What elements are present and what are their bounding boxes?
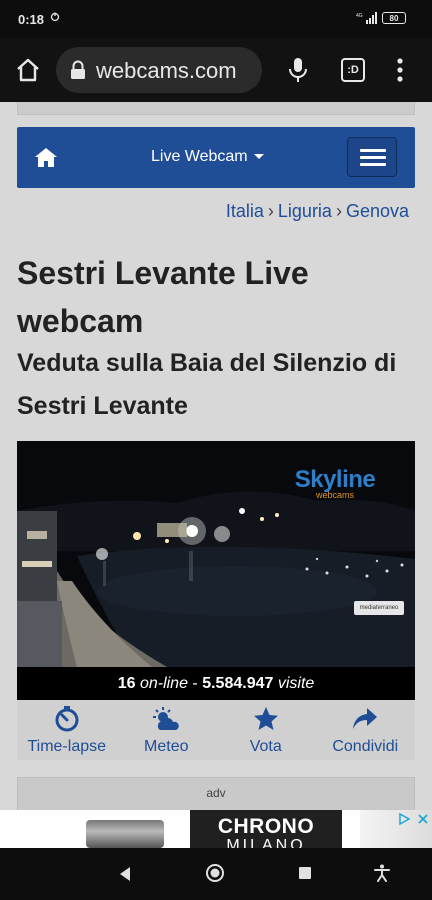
- breadcrumb-italia[interactable]: Italia: [226, 201, 264, 221]
- chevron-right-icon: ›: [267, 201, 274, 221]
- skyline-logo: Skyline webcams: [290, 466, 380, 501]
- visits-count: 5.584.947: [202, 675, 274, 692]
- ad-brand-line1: CHRONO: [217, 815, 315, 838]
- network-type: 4G: [356, 13, 363, 19]
- browser-home-icon[interactable]: [14, 56, 42, 84]
- top-ad-strip: [17, 102, 415, 115]
- hamburger-menu-button[interactable]: [347, 137, 397, 177]
- breadcrumb: Italia › Liguria › Genova: [226, 201, 409, 222]
- weather-icon: [153, 707, 180, 730]
- live-webcam-dropdown[interactable]: Live Webcam: [151, 148, 264, 166]
- star-icon: [253, 707, 278, 730]
- web-page: Live Webcam Italia › Liguria › Genova Sestri…: [0, 102, 432, 810]
- skyline-logo-text: Skyline: [294, 466, 376, 493]
- online-count: 16: [117, 675, 136, 692]
- signal-icon: 4G: [356, 12, 377, 24]
- site-navbar: Live Webcam: [17, 127, 415, 188]
- breadcrumb-genova[interactable]: Genova: [346, 201, 409, 221]
- address-bar[interactable]: webcams.com: [56, 47, 262, 93]
- adv-label: adv: [206, 786, 226, 800]
- meteo-label: Meteo: [144, 738, 189, 755]
- hamburger-line: [360, 149, 386, 152]
- visits-label: visite: [277, 675, 315, 692]
- hamburger-line: [360, 163, 386, 166]
- action-bar: Time-lapse Meteo Vota Condividi: [17, 700, 415, 760]
- site-home-icon[interactable]: [34, 146, 58, 168]
- ad-brand-line2: MILANO: [226, 837, 306, 848]
- back-icon[interactable]: [118, 866, 132, 882]
- vota-label: Vota: [249, 738, 282, 755]
- condividi-label: Condividi: [332, 738, 399, 755]
- stats-separator: -: [192, 675, 198, 692]
- microphone-icon[interactable]: [286, 56, 310, 84]
- timer-icon: [55, 706, 79, 732]
- close-icon[interactable]: [416, 812, 430, 826]
- time-lapse-button[interactable]: Time-lapse: [17, 700, 117, 760]
- status-bar: 0:18 4G 80: [0, 0, 432, 38]
- url-text: webcams.com: [96, 58, 237, 83]
- adv-placeholder: adv: [17, 777, 415, 810]
- stats-bar: 16 on-line - 5.584.947 visite: [17, 667, 415, 700]
- system-navigation-bar: [0, 848, 432, 900]
- page-title: Sestri Levante Live webcam: [17, 255, 309, 339]
- live-webcam-label: Live Webcam: [151, 148, 248, 165]
- condividi-button[interactable]: Condividi: [316, 700, 416, 760]
- partner-logo: mediaterraneo: [354, 601, 404, 615]
- page-subtitle: Veduta sulla Baia del Silenzio di Sestri…: [17, 349, 397, 420]
- home-circle-icon[interactable]: [205, 863, 225, 883]
- hamburger-line: [360, 156, 386, 159]
- ad-banner[interactable]: CHRONO MILANO: [0, 810, 432, 848]
- breadcrumb-liguria[interactable]: Liguria: [278, 201, 332, 221]
- chevron-right-icon: ›: [335, 201, 342, 221]
- status-time: 0:18: [18, 12, 45, 27]
- time-lapse-label: Time-lapse: [27, 738, 107, 755]
- status-indicators: 4G 80: [356, 12, 406, 24]
- accessibility-icon[interactable]: [374, 864, 390, 882]
- more-options-icon[interactable]: [392, 56, 408, 84]
- watch-image: [86, 820, 164, 848]
- lock-icon: [71, 60, 85, 79]
- tab-switcher-button[interactable]: :D: [341, 58, 365, 82]
- vota-button[interactable]: Vota: [216, 700, 316, 760]
- browser-toolbar: webcams.com :D: [0, 38, 432, 102]
- battery-icon: 80: [382, 12, 406, 24]
- caret-down-icon: [253, 154, 264, 160]
- recent-apps-icon[interactable]: [299, 867, 311, 879]
- adchoices-icon[interactable]: [397, 812, 411, 826]
- meteo-button[interactable]: Meteo: [117, 700, 217, 760]
- share-icon: [353, 708, 378, 729]
- webcam-image[interactable]: Skyline webcams mediaterraneo: [17, 441, 415, 667]
- sync-icon: [50, 12, 60, 22]
- online-label: on-line: [139, 675, 188, 692]
